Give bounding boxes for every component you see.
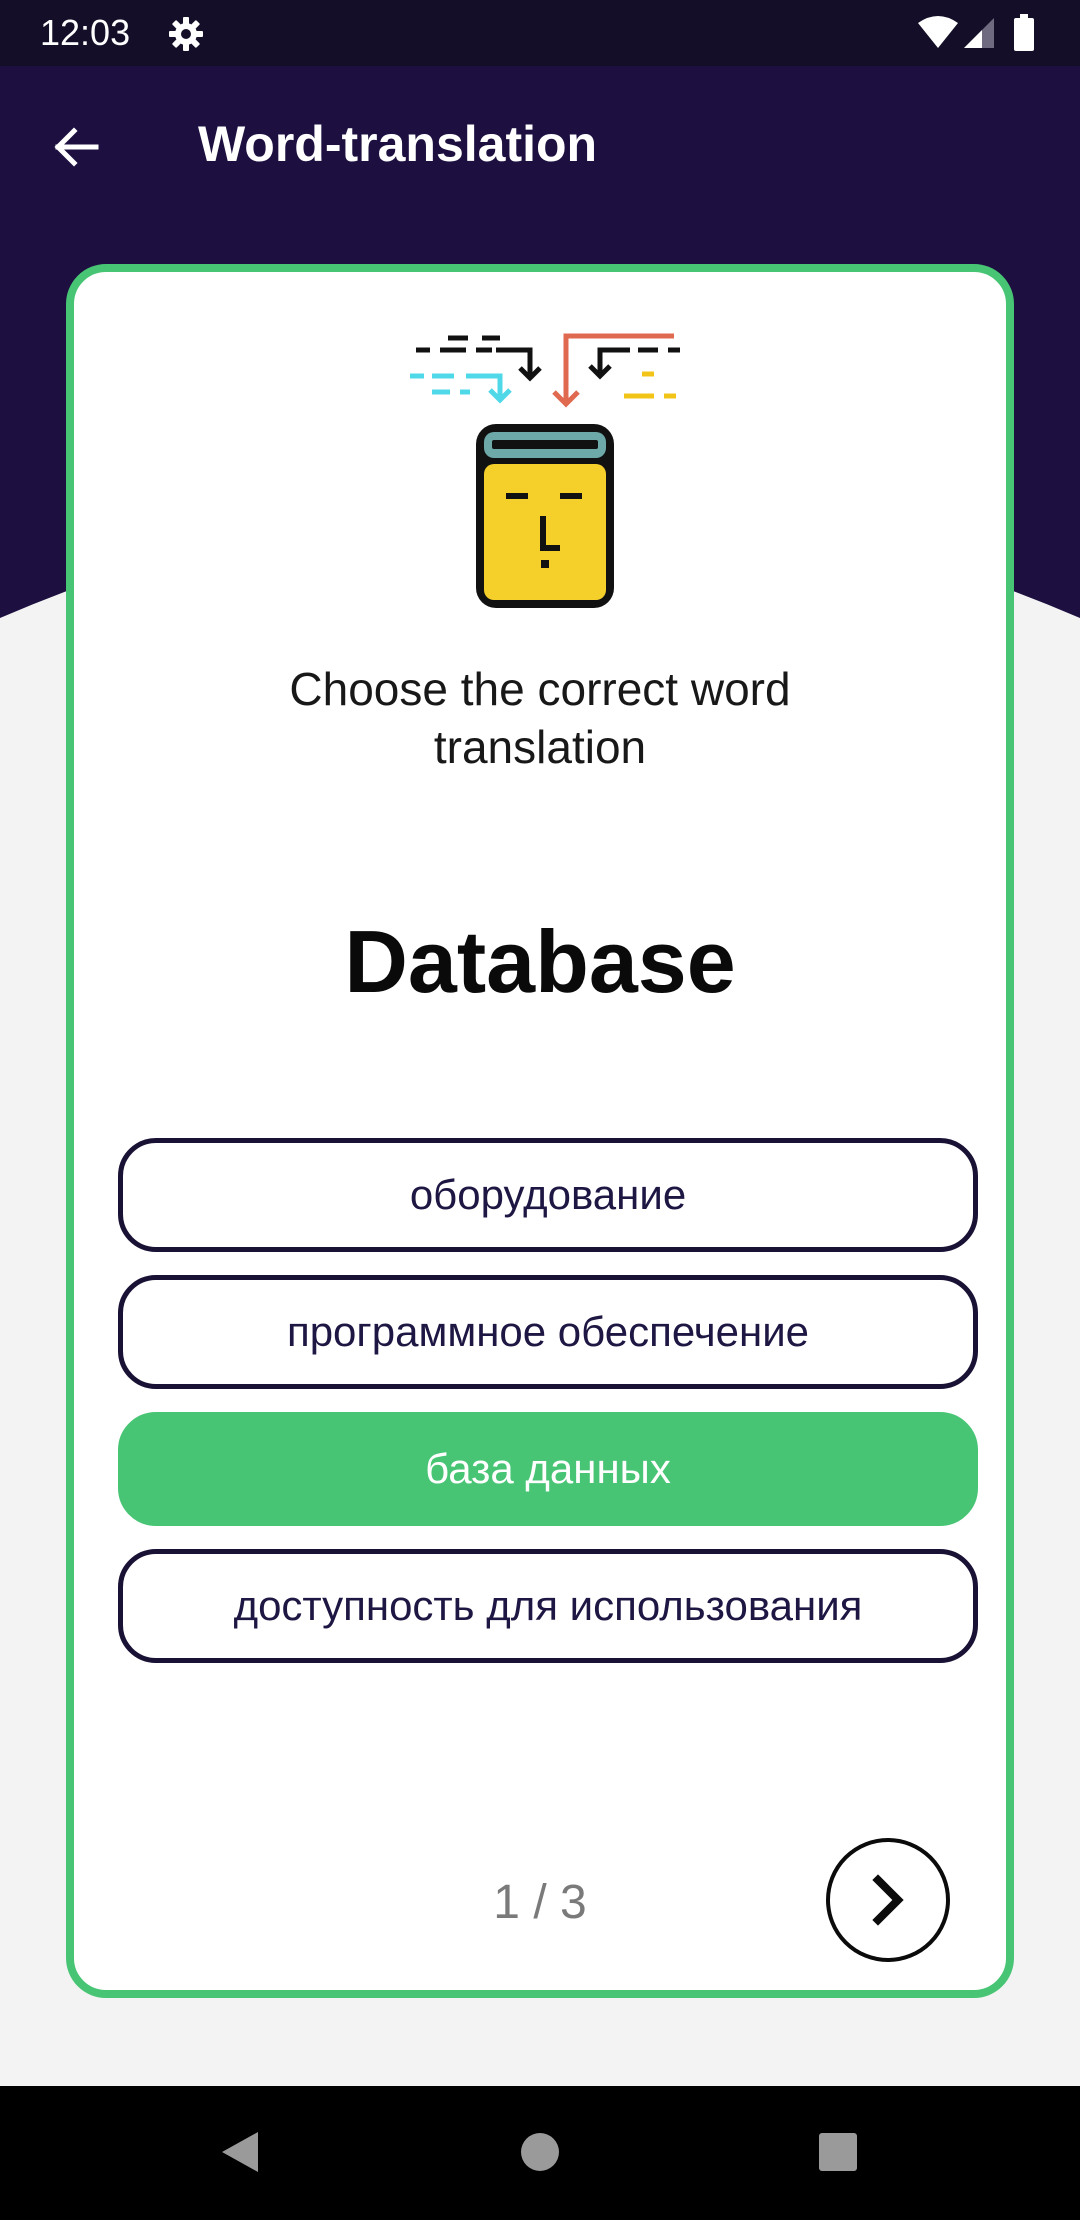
wifi-icon [918,16,958,48]
quiz-word: Database [344,912,736,1011]
answer-option-correct[interactable]: база данных [118,1412,978,1526]
answer-option[interactable]: оборудование [118,1138,978,1252]
nav-recents-button[interactable] [798,2112,878,2192]
app-bar: Word-translation [0,66,1080,224]
instruction-text: Choose the correct word translation [289,663,791,773]
status-time: 12:03 [40,12,131,53]
system-nav-bar [0,2086,1080,2220]
next-button[interactable] [826,1838,950,1962]
gear-icon [168,16,204,52]
nav-back-button[interactable] [200,2112,280,2192]
battery-icon [1014,14,1034,51]
status-icons [916,14,1042,54]
nav-back-icon [222,2132,258,2172]
nav-home-button[interactable] [500,2112,580,2192]
screen: 12:03 Word-translation Choose the correc… [0,0,1080,2220]
status-bar: 12:03 [0,0,1080,66]
nav-recents-icon [819,2133,857,2171]
arrow-back-icon [54,127,99,167]
chevron-right-icon [872,1874,904,1926]
back-button[interactable] [34,106,116,188]
answer-options: оборудование программное обеспечение баз… [118,1138,978,1686]
nav-home-icon [521,2133,559,2171]
book-translation-icon [410,333,680,608]
quiz-card: Choose the correct word translation Data… [66,264,1014,1998]
signal-icon [964,18,994,48]
page-title: Word-translation [198,116,598,172]
answer-option[interactable]: программное обеспечение [118,1275,978,1389]
answer-option[interactable]: доступность для использования [118,1549,978,1663]
